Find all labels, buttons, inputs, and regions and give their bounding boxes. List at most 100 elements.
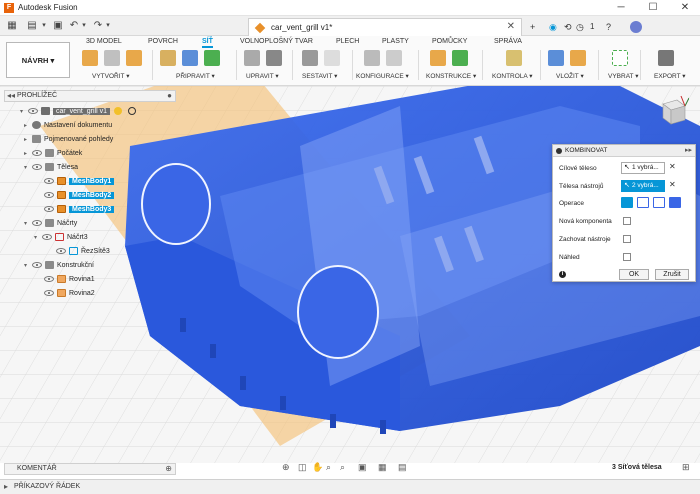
vent-oval-left[interactable] xyxy=(141,163,211,245)
app-grid-icon[interactable]: ▦ xyxy=(6,19,18,33)
group-configure[interactable]: KONFIGURACE ▾ xyxy=(356,72,409,80)
redo-icon[interactable]: ↷ xyxy=(92,19,104,33)
collapse-icon[interactable]: ▾ xyxy=(24,218,32,230)
collapse-icon[interactable]: ▾ xyxy=(34,232,42,244)
tree-item-meshbody2[interactable]: MeshBody2 xyxy=(44,190,115,202)
collapse-icon[interactable]: ▾ xyxy=(20,106,28,118)
tree-item-meshbody1[interactable]: MeshBody1 xyxy=(44,176,115,188)
tree-item-origin[interactable]: ▸ Počátek xyxy=(24,148,82,160)
save-icon[interactable]: ▣ xyxy=(52,19,64,33)
operation-cut-icon[interactable] xyxy=(637,197,649,208)
radio-active-icon[interactable] xyxy=(127,107,136,116)
tree-item-sketches[interactable]: ▾ Náčrty xyxy=(24,218,77,230)
export-icon[interactable] xyxy=(658,50,674,66)
configure-icon[interactable] xyxy=(364,50,380,66)
selection-filter-icon[interactable]: ⊞ xyxy=(682,462,690,473)
ok-button[interactable]: OK xyxy=(619,269,649,280)
operation-join-icon[interactable] xyxy=(621,197,633,208)
maximize-button[interactable]: ☐ xyxy=(642,1,664,15)
clear-tools-icon[interactable]: ✕ xyxy=(669,180,676,189)
create-mesh-icon[interactable] xyxy=(82,50,98,66)
view-cube[interactable] xyxy=(655,94,690,128)
zoom-icon[interactable]: ⌕ xyxy=(326,462,331,473)
group-export[interactable]: EXPORT ▾ xyxy=(654,72,686,80)
measure-icon[interactable] xyxy=(506,50,522,66)
new-component-icon[interactable] xyxy=(302,50,318,66)
tab-3d-model[interactable]: 3D MODEL xyxy=(86,38,122,45)
collapse-icon[interactable]: ▾ xyxy=(24,162,32,174)
visibility-eye-icon[interactable] xyxy=(44,206,54,213)
group-prepare[interactable]: PŘIPRAVIT ▾ xyxy=(176,72,215,80)
info-icon[interactable]: i xyxy=(559,271,566,278)
visibility-eye-icon[interactable] xyxy=(44,192,54,199)
group-construct[interactable]: KONSTRUKCE ▾ xyxy=(426,72,476,80)
tree-item-mesh-section3[interactable]: ŘezSítě3 xyxy=(56,246,110,258)
extensions-icon[interactable]: ⟲ xyxy=(564,20,572,34)
group-modify[interactable]: UPRAVIT ▾ xyxy=(246,72,279,80)
visibility-eye-icon[interactable] xyxy=(44,178,54,185)
new-component-checkbox[interactable] xyxy=(623,217,631,225)
tab-form[interactable]: VOLNOPLOŠNÝ TVAR xyxy=(240,38,313,45)
joint-icon[interactable] xyxy=(324,50,340,66)
redo-dropdown-icon[interactable]: ▾ xyxy=(104,19,112,33)
avatar[interactable] xyxy=(630,21,642,33)
collapse-browser-icon[interactable]: ◂◂ xyxy=(7,91,15,100)
visibility-eye-icon[interactable] xyxy=(42,234,52,241)
target-body-selector[interactable]: 1 vybrá... xyxy=(621,162,665,174)
tree-item-plane2[interactable]: Rovina2 xyxy=(44,288,95,300)
vent-oval-right[interactable] xyxy=(297,265,379,359)
new-tab-button[interactable]: + xyxy=(530,20,535,34)
expand-command-line-icon[interactable]: ▸ xyxy=(4,482,8,491)
offset-plane-icon[interactable] xyxy=(430,50,446,66)
combine-icon[interactable] xyxy=(266,50,282,66)
tab-sheet-metal[interactable]: PLECH xyxy=(336,38,359,45)
dialog-header[interactable]: KOMBINOVAT ▸▸ xyxy=(553,145,695,157)
tree-item-plane1[interactable]: Rovina1 xyxy=(44,274,95,286)
tree-item-construction[interactable]: ▾ Konstrukční xyxy=(24,260,94,272)
tree-item-meshbody3[interactable]: MeshBody3 xyxy=(44,204,115,216)
tab-surface[interactable]: POVRCH xyxy=(148,38,178,45)
tree-item-bodies[interactable]: ▾ Tělesa xyxy=(24,162,78,174)
add-comment-icon[interactable]: ⊕ xyxy=(165,464,172,473)
expand-icon[interactable]: ▸ xyxy=(24,120,32,132)
group-assemble[interactable]: SESTAVIT ▾ xyxy=(302,72,337,80)
display-settings-icon[interactable]: ▣ xyxy=(358,462,367,473)
tree-item-document-settings[interactable]: ▸ Nastavení dokumentu xyxy=(24,120,112,132)
group-inspect[interactable]: KONTROLA ▾ xyxy=(492,72,532,80)
file-menu-dropdown-icon[interactable]: ▾ xyxy=(40,19,48,33)
insert-derive-icon[interactable] xyxy=(548,50,564,66)
undo-icon[interactable]: ↶ xyxy=(68,19,80,33)
pan-icon[interactable]: ✋ xyxy=(312,462,323,473)
tree-item-root[interactable]: ▾ car_vent_grill v1 xyxy=(20,106,136,118)
clear-target-icon[interactable]: ✕ xyxy=(669,162,676,171)
tree-item-named-views[interactable]: ▸ Pojmenované pohledy xyxy=(24,134,113,146)
visibility-eye-icon[interactable] xyxy=(44,290,54,297)
zoom-window-icon[interactable]: ⌕ xyxy=(340,462,345,473)
document-tab[interactable]: car_vent_grill v1* ✕ xyxy=(248,18,522,36)
generate-faces-icon[interactable] xyxy=(160,50,176,66)
help-icon[interactable]: ? xyxy=(606,20,611,34)
visibility-eye-icon[interactable] xyxy=(32,262,42,269)
close-window-button[interactable]: ✕ xyxy=(674,1,696,15)
minimize-button[interactable]: ─ xyxy=(610,1,632,15)
keep-tools-checkbox[interactable] xyxy=(623,235,631,243)
insert-mesh-icon[interactable] xyxy=(126,50,142,66)
cancel-button[interactable]: Zrušit xyxy=(655,269,689,280)
tool-bodies-selector[interactable]: 2 vybrá... xyxy=(621,180,665,192)
operation-merge-icon[interactable] xyxy=(669,197,681,208)
select-icon[interactable] xyxy=(612,50,628,66)
preview-checkbox[interactable] xyxy=(623,253,631,261)
viewports-icon[interactable]: ▤ xyxy=(398,462,407,473)
look-at-icon[interactable]: ◫ xyxy=(298,462,307,473)
midplane-icon[interactable] xyxy=(452,50,468,66)
operation-intersect-icon[interactable] xyxy=(653,197,665,208)
tab-mesh[interactable]: SÍŤ xyxy=(202,38,213,48)
configure-table-icon[interactable] xyxy=(386,50,402,66)
visibility-eye-icon[interactable] xyxy=(56,248,66,255)
group-select[interactable]: VYBRAT ▾ xyxy=(608,72,638,80)
collapse-icon[interactable]: ▾ xyxy=(24,260,32,272)
orbit-icon[interactable]: ⊕ xyxy=(282,462,290,473)
visibility-eye-icon[interactable] xyxy=(44,276,54,283)
visibility-eye-icon[interactable] xyxy=(28,108,38,115)
job-status-icon[interactable]: ◷ xyxy=(576,20,584,34)
